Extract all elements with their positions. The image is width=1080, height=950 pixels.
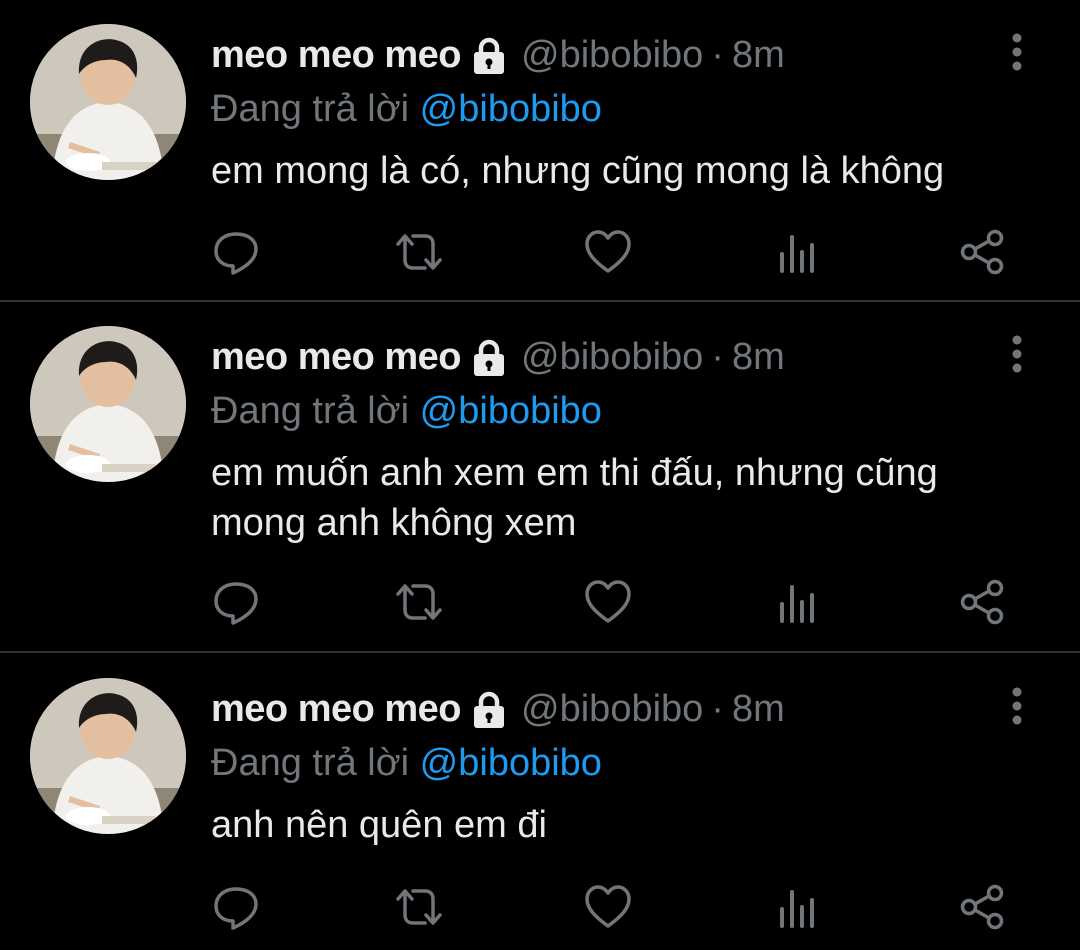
avatar-image bbox=[30, 24, 186, 180]
reply-bubble-icon bbox=[214, 232, 258, 275]
like-button[interactable] bbox=[583, 882, 633, 932]
reply-bubble-icon bbox=[214, 887, 258, 930]
reply-button[interactable] bbox=[211, 577, 261, 627]
replying-prefix: Đang trả lời bbox=[211, 88, 410, 130]
avatar[interactable] bbox=[30, 678, 186, 834]
lock-icon bbox=[469, 337, 509, 377]
tweet-content: meo meo meo @bibobibo · 8m Đang trả lời … bbox=[211, 26, 1031, 196]
avatar-image bbox=[30, 678, 186, 834]
views-button[interactable] bbox=[772, 882, 822, 932]
tweet-header: meo meo meo @bibobibo · 8m bbox=[211, 26, 1031, 84]
separator-dot: · bbox=[711, 687, 724, 730]
user-handle[interactable]: @bibobibo bbox=[521, 336, 703, 379]
more-vertical-icon[interactable] bbox=[1002, 686, 1032, 726]
share-button[interactable] bbox=[958, 882, 1008, 932]
share-button[interactable] bbox=[958, 227, 1008, 277]
retweet-button[interactable] bbox=[394, 577, 444, 627]
views-button[interactable] bbox=[772, 227, 822, 277]
retweet-button[interactable] bbox=[394, 227, 444, 277]
like-button[interactable] bbox=[583, 577, 633, 627]
heart-icon bbox=[585, 580, 631, 623]
user-handle[interactable]: @bibobibo bbox=[521, 688, 703, 731]
heart-icon bbox=[585, 230, 631, 273]
user-handle[interactable]: @bibobibo bbox=[521, 34, 703, 77]
display-name[interactable]: meo meo meo bbox=[211, 336, 462, 379]
share-icon bbox=[960, 229, 1004, 275]
replying-prefix: Đang trả lời bbox=[211, 390, 410, 432]
tweet-header: meo meo meo @bibobibo · 8m bbox=[211, 328, 1031, 386]
tweet-header: meo meo meo @bibobibo · 8m bbox=[211, 680, 1031, 738]
tweet[interactable]: meo meo meo @bibobibo · 8m Đang trả lời … bbox=[0, 302, 1080, 651]
views-button[interactable] bbox=[772, 577, 822, 627]
replying-to: Đang trả lời @bibobibo bbox=[211, 386, 1031, 436]
tweet-content: meo meo meo @bibobibo · 8m Đang trả lời … bbox=[211, 680, 1031, 850]
tweet-feed: meo meo meo @bibobibo · 8m Đang trả lời … bbox=[0, 0, 1080, 950]
timestamp[interactable]: 8m bbox=[732, 34, 785, 77]
tweet-text: anh nên quên em đi bbox=[211, 804, 547, 846]
retweet-button[interactable] bbox=[394, 882, 444, 932]
heart-icon bbox=[585, 885, 631, 928]
timestamp[interactable]: 8m bbox=[732, 688, 785, 731]
replying-handle-link[interactable]: @bibobibo bbox=[420, 742, 602, 784]
display-name[interactable]: meo meo meo bbox=[211, 34, 462, 77]
avatar[interactable] bbox=[30, 326, 186, 482]
replying-to: Đang trả lời @bibobibo bbox=[211, 84, 1031, 134]
timestamp[interactable]: 8m bbox=[732, 336, 785, 379]
more-vertical-icon[interactable] bbox=[1002, 334, 1032, 374]
replying-prefix: Đang trả lời bbox=[211, 742, 410, 784]
action-bar bbox=[211, 577, 1031, 627]
separator-dot: · bbox=[711, 335, 724, 378]
share-icon bbox=[960, 579, 1004, 625]
action-bar bbox=[211, 227, 1031, 277]
like-button[interactable] bbox=[583, 227, 633, 277]
bar-chart-icon bbox=[780, 235, 814, 273]
share-button[interactable] bbox=[958, 577, 1008, 627]
share-icon bbox=[960, 884, 1004, 930]
bar-chart-icon bbox=[780, 890, 814, 928]
bar-chart-icon bbox=[780, 585, 814, 623]
reply-button[interactable] bbox=[211, 882, 261, 932]
retweet-icon bbox=[396, 889, 442, 925]
display-name[interactable]: meo meo meo bbox=[211, 688, 462, 731]
tweet-content: meo meo meo @bibobibo · 8m Đang trả lời … bbox=[211, 328, 1031, 548]
tweet[interactable]: meo meo meo @bibobibo · 8m Đang trả lời … bbox=[0, 0, 1080, 300]
retweet-icon bbox=[396, 584, 442, 620]
tweet-text: em muốn anh xem em thi đấu, nhưng cũng m… bbox=[211, 452, 938, 544]
tweet-text: em mong là có, nhưng cũng mong là không bbox=[211, 150, 945, 192]
avatar-image bbox=[30, 326, 186, 482]
divider bbox=[0, 651, 1080, 653]
separator-dot: · bbox=[711, 33, 724, 76]
replying-handle-link[interactable]: @bibobibo bbox=[420, 88, 602, 130]
reply-bubble-icon bbox=[214, 582, 258, 625]
retweet-icon bbox=[396, 234, 442, 270]
more-vertical-icon[interactable] bbox=[1002, 32, 1032, 72]
replying-to: Đang trả lời @bibobibo bbox=[211, 738, 1031, 788]
lock-icon bbox=[469, 689, 509, 729]
lock-icon bbox=[469, 35, 509, 75]
action-bar bbox=[211, 882, 1031, 932]
avatar[interactable] bbox=[30, 24, 186, 180]
tweet[interactable]: meo meo meo @bibobibo · 8m Đang trả lời … bbox=[0, 654, 1080, 950]
replying-handle-link[interactable]: @bibobibo bbox=[420, 390, 602, 432]
reply-button[interactable] bbox=[211, 227, 261, 277]
